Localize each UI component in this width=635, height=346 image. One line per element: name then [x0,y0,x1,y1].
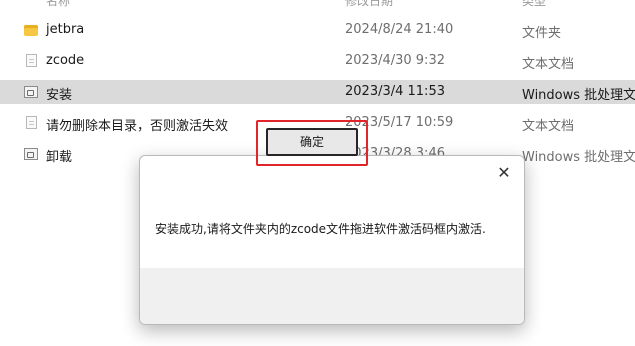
column-header-type[interactable]: 类型 [522,0,546,9]
file-name: 安装 [46,88,73,103]
dialog-footer [140,268,524,324]
file-row-jetbra[interactable]: jetbra 2024/8/24 21:40 文件夹 [0,18,635,42]
column-header-date[interactable]: 修改日期 [345,0,393,9]
file-date: 2023/3/4 11:53 [345,84,445,99]
file-name: 请勿删除本目录，否则激活失效 [46,119,229,134]
file-row-zcode[interactable]: zcode 2023/4/30 9:32 文本文档 [0,49,635,73]
ok-button[interactable]: 确定 [266,128,358,156]
folder-icon [24,25,38,36]
file-date: 2024/8/24 21:40 [345,22,454,37]
file-name: jetbra [46,22,85,37]
file-type: 文本文档 [522,119,575,134]
message-dialog: ✕ 安装成功,请将文件夹内的zcode文件拖进软件激活码框内激活. [139,155,525,325]
close-icon[interactable]: ✕ [492,161,516,185]
file-name: 卸载 [46,150,73,165]
file-type: Windows 批处理文 [522,88,635,103]
document-icon [26,54,37,67]
dialog-message: 安装成功,请将文件夹内的zcode文件拖进软件激活码框内激活. [155,222,486,236]
batch-file-icon [24,86,38,98]
document-icon [26,116,37,129]
batch-file-icon [24,148,38,160]
column-header-row: 名称 修改日期 类型 [0,0,635,12]
file-row-install[interactable]: 安装 2023/3/4 11:53 Windows 批处理文 [0,80,635,104]
file-date: 2023/4/30 9:32 [345,53,445,68]
file-type: Windows 批处理文 [522,150,635,165]
column-header-name[interactable]: 名称 [46,0,70,9]
file-name: zcode [46,53,85,68]
file-type: 文件夹 [522,26,562,41]
file-type: 文本文档 [522,57,575,72]
